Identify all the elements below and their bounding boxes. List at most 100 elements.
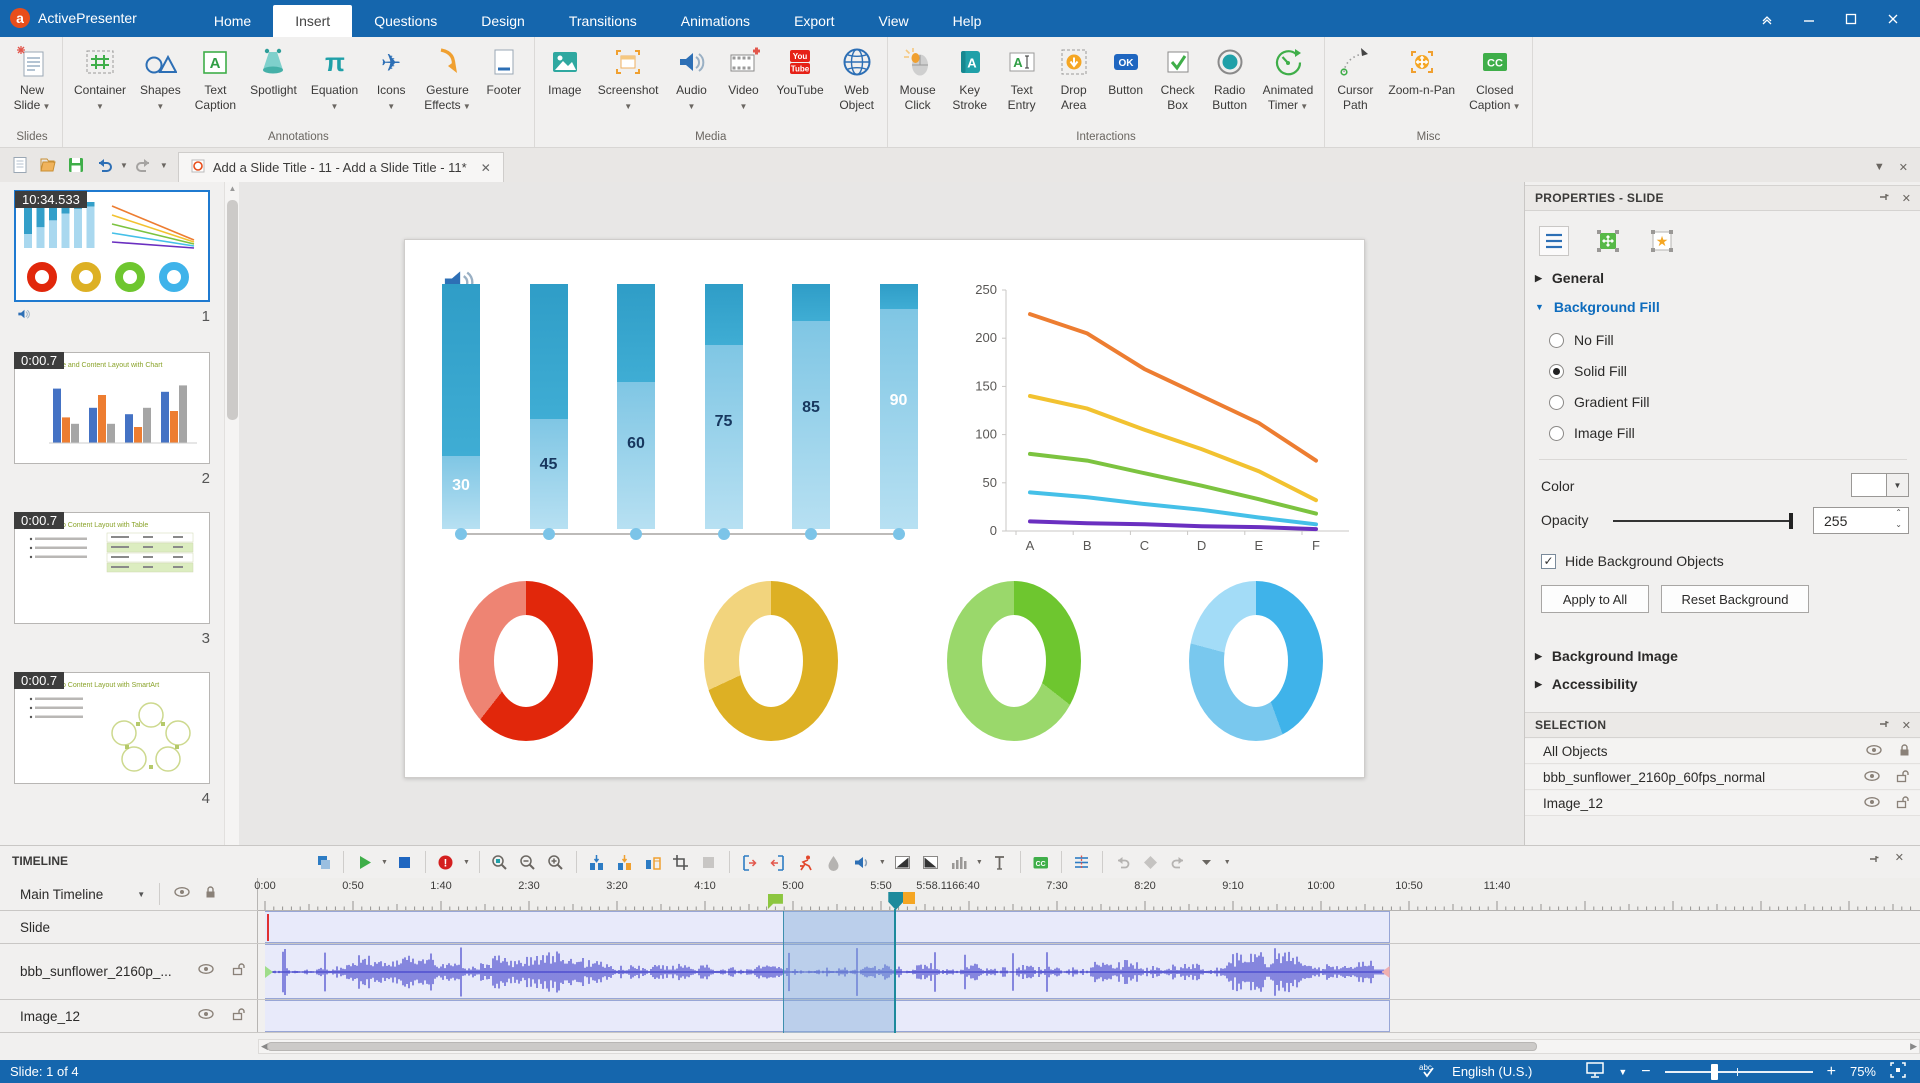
redo-button[interactable] <box>1168 851 1190 873</box>
insert-marker-button[interactable] <box>989 851 1011 873</box>
lock-open-icon[interactable] <box>232 962 247 981</box>
dropdown-caret[interactable]: ▼ <box>879 859 886 866</box>
radio-unselected[interactable] <box>1549 332 1564 348</box>
view-mode-dropdown-icon[interactable]: ▼ <box>1618 1067 1627 1077</box>
more-button[interactable] <box>1196 851 1218 873</box>
zoom-n-pan-button[interactable]: Zoom-n-Pan <box>1381 41 1462 100</box>
stop-button[interactable] <box>394 851 416 873</box>
slide-thumbnail-1[interactable]: 10:34.533 <box>14 190 210 302</box>
dropdown-caret[interactable]: ▼ <box>381 859 388 866</box>
timeline-tracks[interactable] <box>258 909 1920 1033</box>
menu-item-questions[interactable]: Questions <box>352 5 459 37</box>
dropdown-caret[interactable]: ▼ <box>976 859 983 866</box>
gesture-effects-button[interactable]: Gesture Effects ▼ <box>417 41 478 116</box>
equation-button[interactable]: π Equation ▼ <box>304 41 365 116</box>
selection-row-image-12[interactable]: Image_12 <box>1525 791 1920 816</box>
fill-option-no-fill[interactable]: No Fill <box>1549 332 1614 348</box>
maximize-button[interactable] <box>1834 6 1868 32</box>
web-object-button[interactable]: Web Object <box>831 41 883 115</box>
play-button[interactable] <box>353 851 375 873</box>
fit-to-window-icon[interactable] <box>1890 1062 1906 1081</box>
save-button[interactable] <box>64 153 88 177</box>
section-general[interactable]: ▶ General <box>1535 270 1604 286</box>
tab-general-properties[interactable] <box>1539 226 1569 256</box>
record-narration-button[interactable]: ! <box>435 851 457 873</box>
fill-option-solid-fill[interactable]: Solid Fill <box>1549 363 1627 379</box>
section-background-image[interactable]: ▶ Background Image <box>1535 648 1678 664</box>
screenshot-button[interactable]: Screenshot ▼ <box>591 41 666 116</box>
timeline-selection-range[interactable] <box>782 911 896 1033</box>
closed-caption-button[interactable]: CC <box>1030 851 1052 873</box>
document-tab[interactable]: Add a Slide Title - 11 - Add a Slide Tit… <box>177 152 504 182</box>
audio-button[interactable]: Audio ▼ <box>666 41 718 116</box>
lock-open-icon[interactable] <box>1896 795 1911 812</box>
text-entry-button[interactable]: A Text Entry <box>996 41 1048 115</box>
section-background-fill[interactable]: ▼ Background Fill <box>1535 299 1660 315</box>
zoom-out-icon[interactable]: − <box>1641 1063 1650 1081</box>
fade-out-button[interactable] <box>920 851 942 873</box>
menu-item-help[interactable]: Help <box>931 5 1004 37</box>
radio-unselected[interactable] <box>1549 394 1564 410</box>
container-button[interactable]: Container ▼ <box>67 41 133 116</box>
visibility-eye-icon[interactable] <box>198 1007 214 1026</box>
spin-down-icon[interactable]: ⌄ <box>1895 520 1902 529</box>
menu-item-transitions[interactable]: Transitions <box>547 5 659 37</box>
icons-button[interactable]: ✈ Icons ▼ <box>365 41 417 116</box>
close-icon[interactable]: ✕ <box>1899 161 1908 174</box>
color-swatch[interactable] <box>1851 473 1887 497</box>
visibility-eye-icon[interactable] <box>174 885 190 904</box>
dropdown-caret[interactable]: ▼ <box>120 161 128 170</box>
crop-time-button[interactable] <box>670 851 692 873</box>
zoom-selection-button[interactable] <box>489 851 511 873</box>
youtube-button[interactable]: You Tube You Tube <box>770 41 831 100</box>
close-tab-icon[interactable]: ✕ <box>475 161 491 175</box>
adjust-volume-button[interactable] <box>948 851 970 873</box>
new-slide-button[interactable]: New Slide ▼ <box>6 41 58 116</box>
audio-tools-button[interactable] <box>851 851 873 873</box>
dropdown-caret[interactable]: ▼ <box>137 890 145 899</box>
zoom-slider-handle[interactable] <box>1710 1063 1718 1080</box>
tab-size-properties[interactable] <box>1593 226 1623 256</box>
language-indicator[interactable]: English (U.S.) <box>1452 1064 1532 1079</box>
mouse-click-button[interactable]: Mouse Click <box>892 41 944 115</box>
zoom-out-button[interactable] <box>517 851 539 873</box>
scrollbar-thumb[interactable] <box>227 200 238 420</box>
track-header-bbb-sunflower-2160p-[interactable]: bbb_sunflower_2160p_... <box>0 944 258 1000</box>
insert-time-button[interactable] <box>586 851 608 873</box>
fill-option-gradient-fill[interactable]: Gradient Fill <box>1549 394 1649 410</box>
edit-captions-button[interactable] <box>1071 851 1093 873</box>
button-button[interactable]: OK Button <box>1100 41 1152 100</box>
pin-icon[interactable] <box>1878 718 1890 733</box>
pin-ribbon-button[interactable] <box>1750 6 1784 32</box>
range-end-button[interactable] <box>767 851 789 873</box>
menu-item-home[interactable]: Home <box>192 5 273 37</box>
video-button[interactable]: Video ▼ <box>718 41 770 116</box>
check-box-button[interactable]: Check Box <box>1152 41 1204 115</box>
dropdown-caret[interactable]: ▼ <box>463 859 470 866</box>
undo-button[interactable] <box>92 153 116 177</box>
reduce-noise-button[interactable] <box>823 851 845 873</box>
image-button[interactable]: Image <box>539 41 591 100</box>
menu-item-view[interactable]: View <box>857 5 931 37</box>
menu-item-insert[interactable]: Insert <box>273 5 353 37</box>
close-icon[interactable]: ✕ <box>1902 192 1911 205</box>
track-header-slide[interactable]: Slide <box>0 911 258 944</box>
section-accessibility[interactable]: ▶ Accessibility <box>1535 676 1638 692</box>
hide-background-objects[interactable]: ✓ Hide Background Objects <box>1541 553 1724 569</box>
opacity-spinner[interactable]: 255 ⌃ ⌄ <box>1813 507 1909 534</box>
reset-background-button[interactable]: Reset Background <box>1661 585 1809 613</box>
slides-pane-button[interactable] <box>312 851 334 873</box>
dropdown-caret[interactable]: ▼ <box>1224 859 1231 866</box>
fill-option-image-fill[interactable]: Image Fill <box>1549 425 1635 441</box>
undo-button[interactable] <box>1112 851 1134 873</box>
menu-item-animations[interactable]: Animations <box>659 5 772 37</box>
scroll-up-arrow[interactable]: ▲ <box>227 184 238 196</box>
zoom-slider[interactable] <box>1664 1063 1813 1080</box>
radio-button-button[interactable]: Radio Button <box>1204 41 1256 115</box>
key-stroke-button[interactable]: A Key Stroke <box>944 41 996 115</box>
close-button[interactable] <box>1876 6 1910 32</box>
new-document-button[interactable] <box>8 153 32 177</box>
lock-open-icon[interactable] <box>1896 769 1911 786</box>
main-timeline-dropdown[interactable]: Main Timeline ▼ <box>0 878 258 911</box>
animated-timer-button[interactable]: Animated Timer ▼ <box>1256 41 1321 116</box>
